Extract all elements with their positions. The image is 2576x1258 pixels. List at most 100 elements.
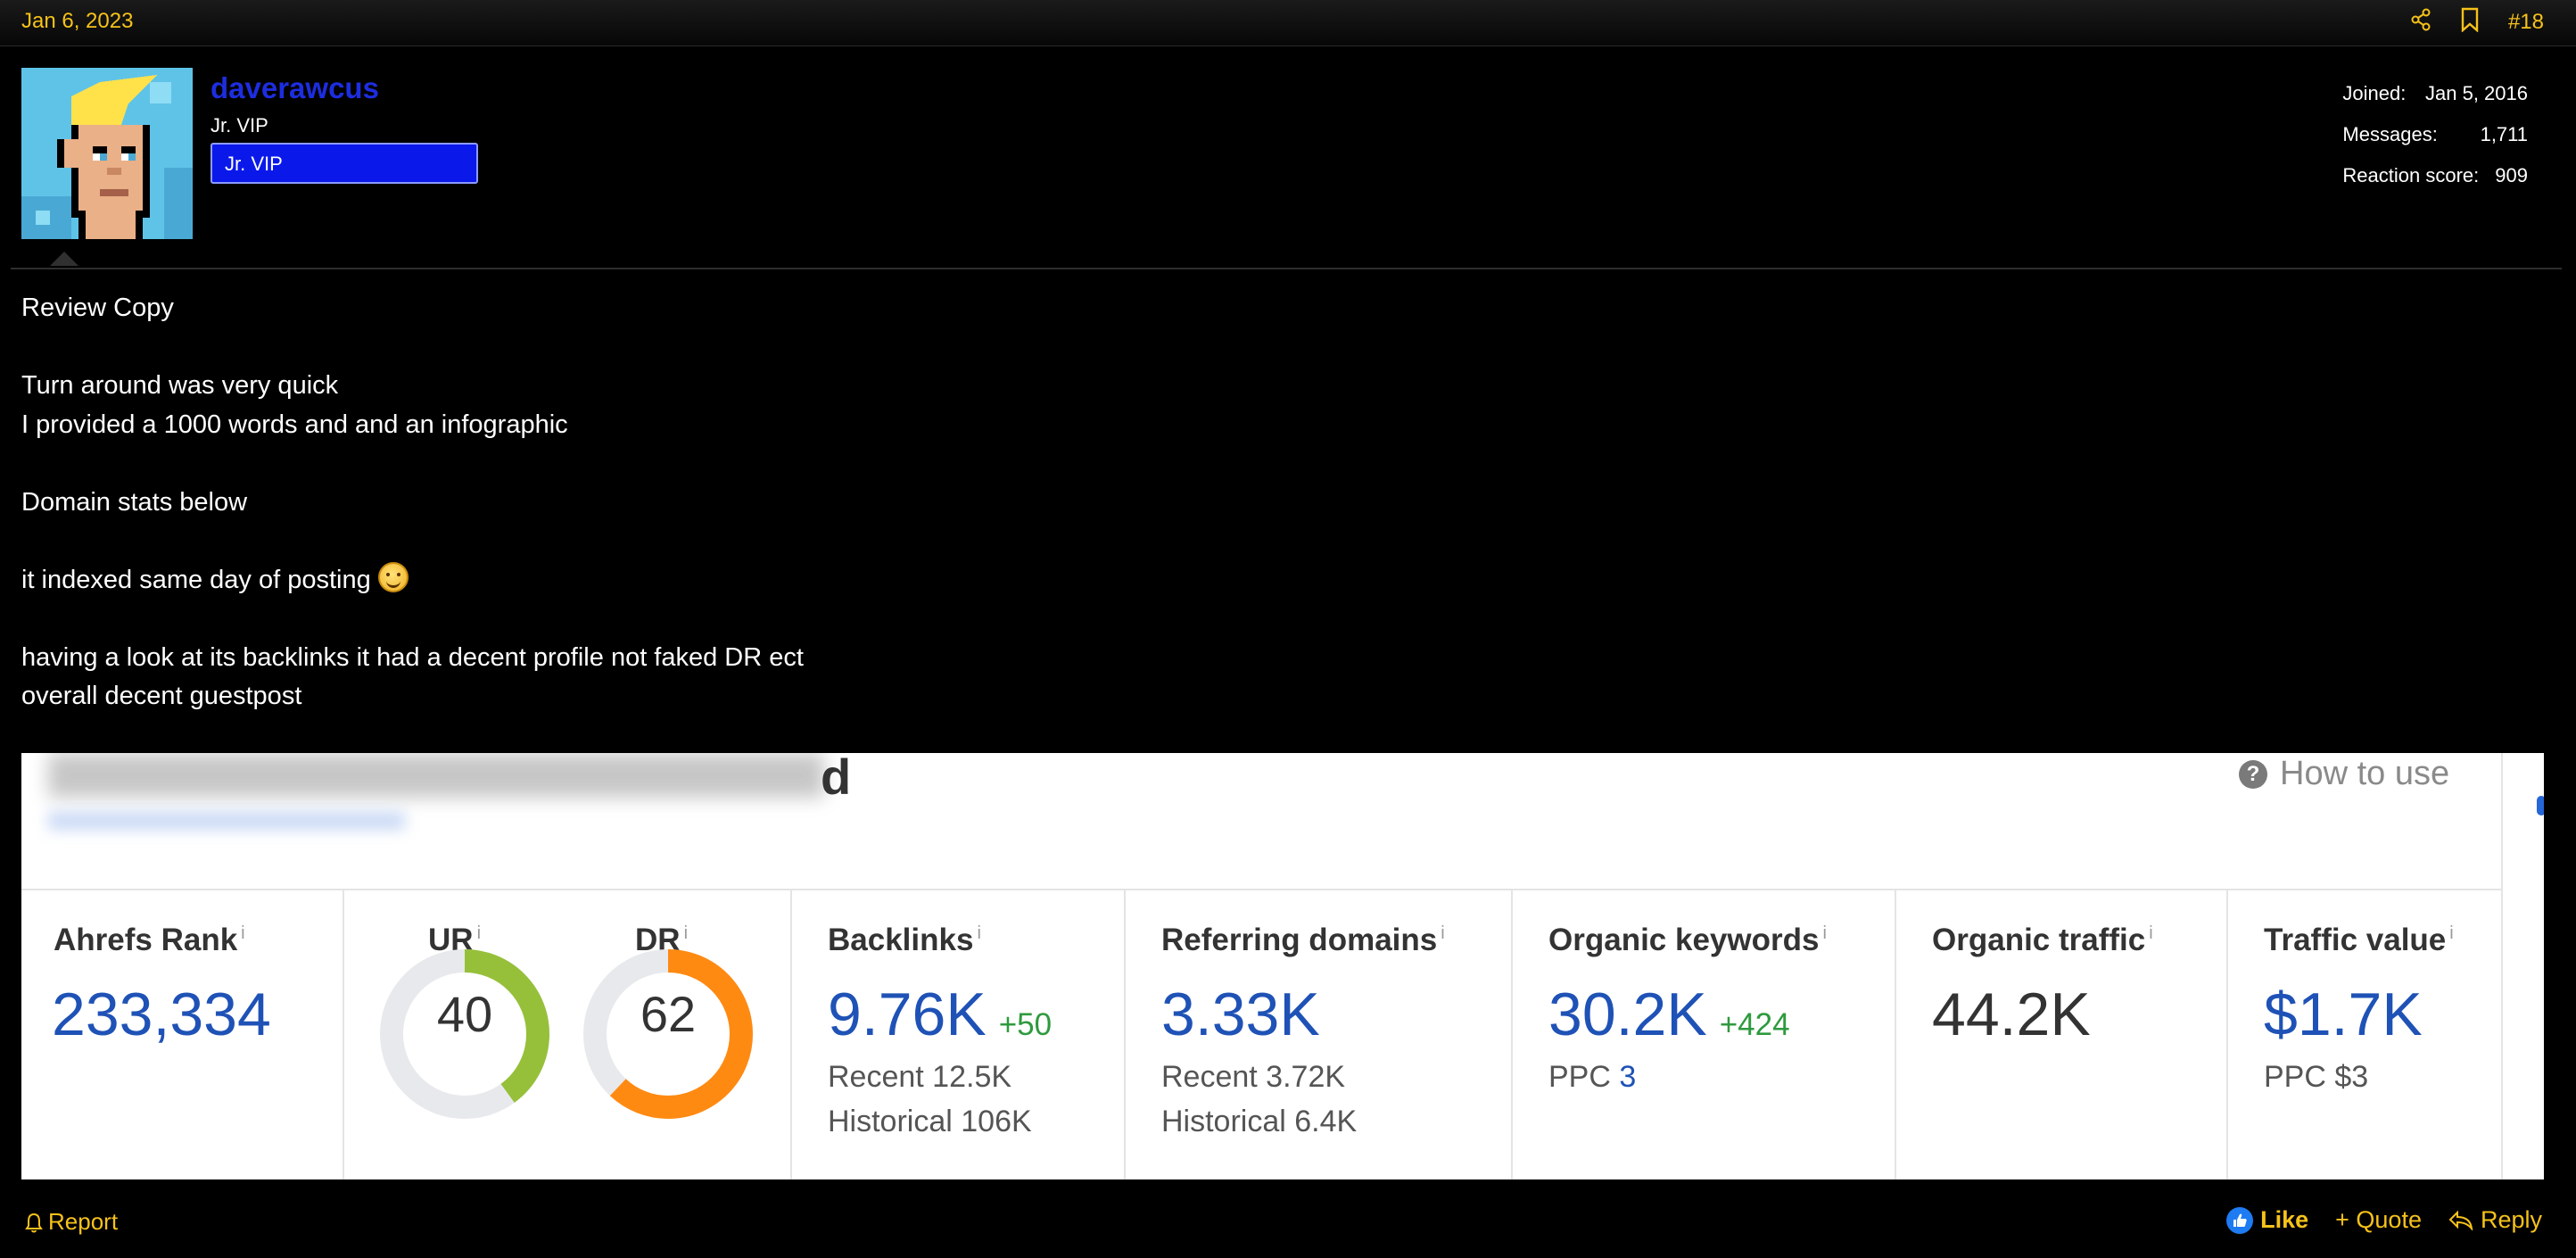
metric-organic-keywords: Organic keywords i 30.2K +424 PPC 3: [1513, 890, 1896, 1179]
message-line: [21, 600, 804, 639]
stat-label: Reaction score:: [2342, 164, 2480, 186]
metric-referring-domains: Referring domains i 3.33K Recent 3.72K Hi…: [1126, 890, 1513, 1179]
message-line: [21, 328, 804, 368]
message-line: [21, 444, 804, 484]
post-actions: Like + Quote Reply: [2226, 1206, 2542, 1234]
message-line: it indexed same day of posting: [21, 565, 371, 594]
stat-value: 1,711: [2480, 123, 2528, 145]
info-icon: i: [1822, 923, 1827, 944]
metric-ppc: PPC 3: [1548, 1060, 1636, 1095]
quote-button[interactable]: + Quote: [2335, 1206, 2422, 1234]
user-title: Jr. VIP: [211, 114, 268, 137]
bookmark-icon[interactable]: [2460, 7, 2480, 37]
blurred-domain-url: [48, 812, 405, 830]
metric-delta: +50: [998, 1007, 1053, 1042]
metric-value: 30.2K: [1548, 981, 1707, 1048]
metric-value: 44.2K: [1932, 981, 2091, 1048]
post-header: Jan 6, 2023 #18: [0, 0, 2576, 46]
info-icon: i: [1441, 923, 1445, 944]
metric-label: Referring domains i: [1161, 923, 1445, 958]
reply-button[interactable]: Reply: [2448, 1206, 2542, 1234]
metric-ahrefs-rank: Ahrefs Rank i 233,334: [21, 890, 344, 1179]
dr-value: 62: [640, 986, 697, 1042]
message-line: Review Copy: [21, 294, 174, 322]
partial-title-char: d: [821, 753, 852, 805]
metric-label: Organic traffic i: [1932, 923, 2153, 958]
post-header-actions: #18: [2410, 7, 2544, 37]
message-line: having a look at its backlinks it had a …: [21, 642, 804, 672]
smile-emoji-icon: [377, 561, 409, 592]
stat-joined: Joined: Jan 5, 2016: [2342, 73, 2528, 114]
message-line: overall decent guestpost: [21, 682, 302, 710]
metric-value-row: 9.76K +50: [828, 980, 1052, 1049]
user-banner: Jr. VIP: [211, 143, 478, 184]
post-date[interactable]: Jan 6, 2023: [21, 9, 133, 34]
ppc-value: 3: [1619, 1060, 1637, 1094]
message-line-with-emoji: it indexed same day of posting: [21, 561, 804, 600]
stat-label: Joined:: [2342, 82, 2407, 104]
metric-label-text: Backlinks: [828, 923, 974, 957]
metric-recent: Recent 12.5K: [828, 1060, 1012, 1094]
message-line: Turn around was very quick: [21, 371, 339, 400]
metric-label: Traffic value i: [2264, 923, 2454, 958]
message-line: [21, 522, 804, 561]
stat-messages: Messages: 1,711: [2342, 114, 2528, 155]
quote-label: + Quote: [2335, 1206, 2422, 1233]
panel-edge: [2501, 753, 2503, 1179]
username-link[interactable]: daverawcus: [211, 71, 379, 105]
message-line: Domain stats below: [21, 487, 248, 517]
report-label: Report: [48, 1208, 119, 1235]
ppc-label: PPC: [1548, 1060, 1611, 1094]
message-line: I provided a 1000 words and and an infog…: [21, 410, 568, 439]
metric-label: Backlinks i: [828, 923, 981, 958]
share-icon[interactable]: [2410, 8, 2432, 36]
post-number-link[interactable]: #18: [2508, 10, 2544, 35]
metric-value: 9.76K: [828, 981, 987, 1048]
metric-ppc: PPC $3: [2264, 1060, 2369, 1094]
reply-label: Reply: [2480, 1206, 2542, 1233]
metric-value: 233,334: [52, 981, 271, 1048]
metric-label-text: Traffic value: [2264, 923, 2447, 957]
ur-value: 40: [436, 986, 493, 1042]
info-icon: i: [241, 923, 245, 944]
info-icon: i: [476, 923, 482, 944]
bell-icon: [25, 1212, 43, 1232]
blurred-domain-title: [48, 753, 824, 798]
metric-label: Organic keywords i: [1548, 923, 1827, 958]
info-icon: i: [2449, 923, 2454, 944]
metric-label: Ahrefs Rank i: [54, 923, 245, 958]
avatar-pointer: [50, 252, 78, 266]
stat-reaction-score: Reaction score: 909: [2342, 155, 2528, 196]
metric-historical: Historical 106K: [828, 1105, 1032, 1138]
attached-screenshot[interactable]: d ? How to use Ahrefs Rank i 233,334 UR i …: [21, 753, 2544, 1179]
message-body: Review Copy Turn around was very quick I…: [21, 289, 804, 716]
metric-label-text: Organic traffic: [1932, 923, 2146, 957]
stat-value: Jan 5, 2016: [2425, 82, 2528, 104]
like-label: Like: [2260, 1206, 2309, 1233]
how-to-use-label: How to use: [2280, 755, 2450, 792]
info-icon: i: [977, 923, 981, 944]
report-button[interactable]: Report: [25, 1208, 118, 1236]
metric-value: 3.33K: [1161, 981, 1320, 1048]
metric-value-row: 30.2K +424: [1548, 980, 1790, 1049]
reply-icon: [2448, 1210, 2473, 1230]
metric-value: $1.7K: [2264, 981, 2423, 1048]
metric-organic-traffic: Organic traffic i 44.2K: [1896, 890, 2228, 1179]
metric-label-text: Ahrefs Rank: [54, 923, 238, 957]
like-button[interactable]: Like: [2226, 1206, 2308, 1234]
info-icon: i: [2149, 923, 2153, 944]
metric-label-text: Organic keywords: [1548, 923, 1820, 957]
edge-marker: [2537, 796, 2544, 815]
thumbs-up-icon: [2226, 1206, 2254, 1234]
stat-value: 909: [2495, 164, 2528, 186]
stat-label: Messages:: [2342, 123, 2438, 145]
metric-delta: +424: [1719, 1007, 1790, 1042]
metric-label-text: Referring domains: [1161, 923, 1438, 957]
avatar[interactable]: [21, 68, 193, 239]
metric-recent: Recent 3.72K: [1161, 1060, 1346, 1094]
metric-backlinks: Backlinks i 9.76K +50 Recent 12.5K Histori…: [792, 890, 1126, 1179]
metric-historical: Historical 6.4K: [1161, 1105, 1358, 1138]
help-icon: ?: [2239, 759, 2267, 789]
post-divider: [11, 268, 2562, 269]
info-icon: i: [683, 923, 689, 944]
